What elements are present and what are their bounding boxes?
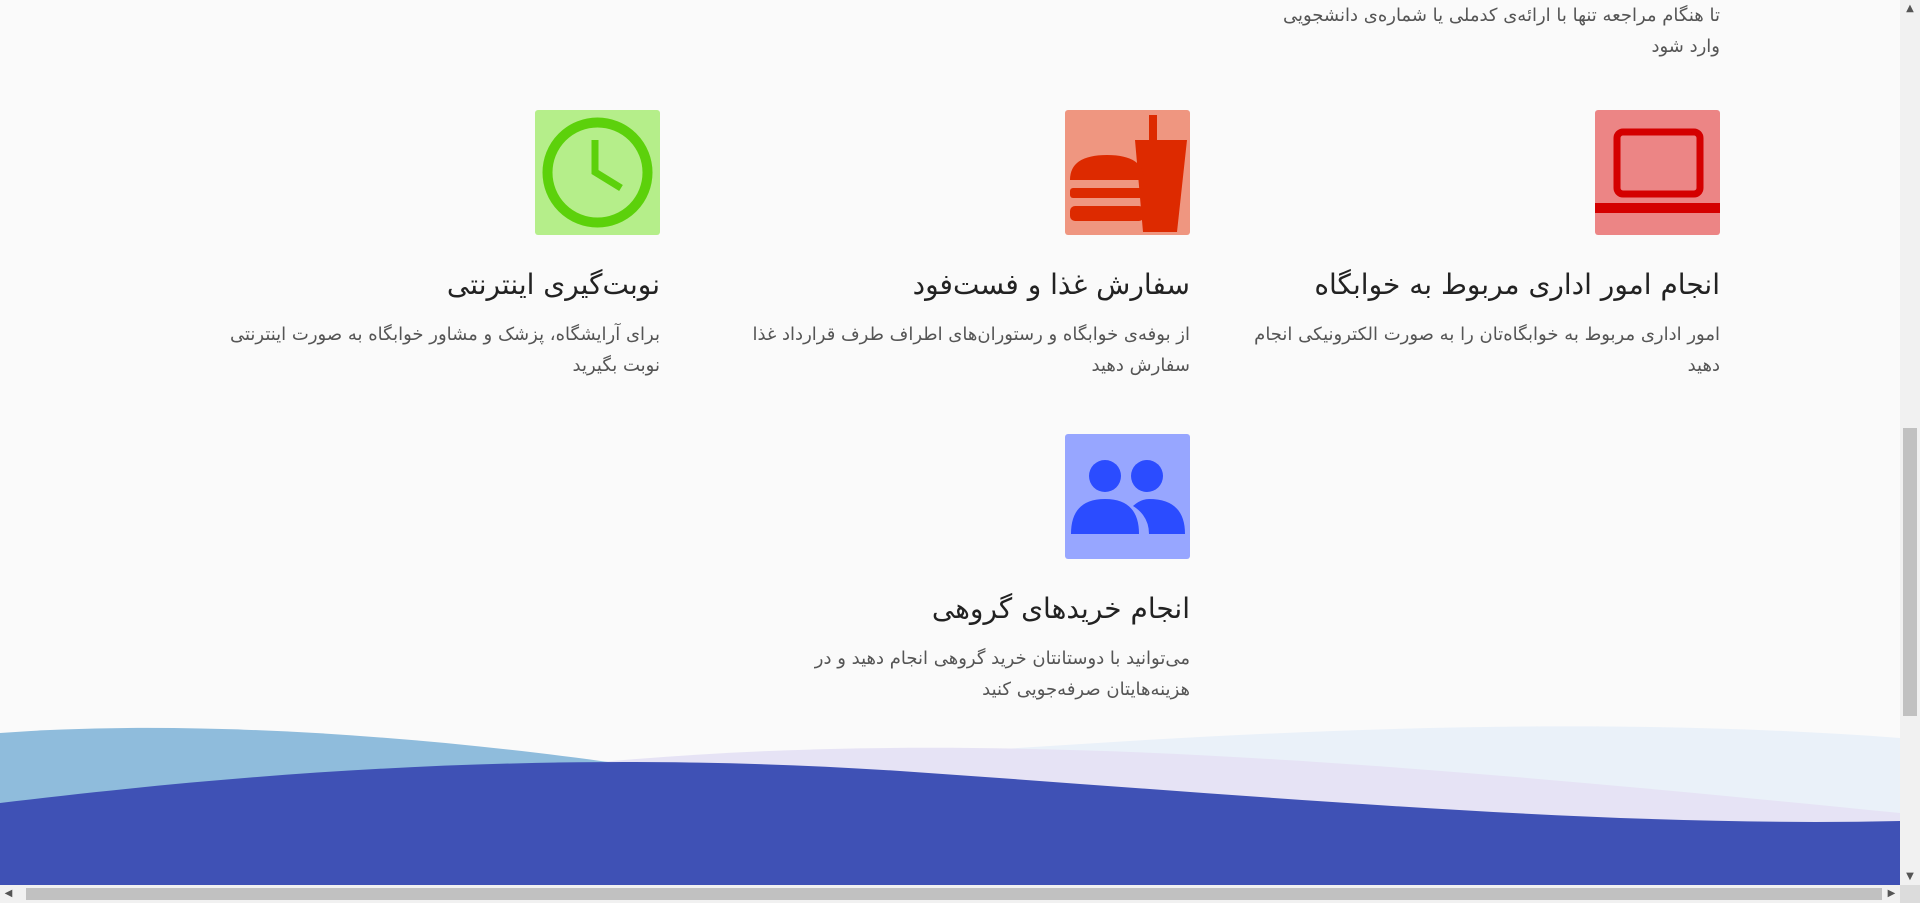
feature-title: سفارش غذا و فست‌فود: [912, 268, 1190, 301]
feature-group-buying: انجام خریدهای گروهی می‌توانید با دوستانت…: [720, 434, 1190, 705]
horizontal-scrollbar[interactable]: ◀ ▶: [0, 885, 1900, 903]
intro-text-line2: وارد شود: [1651, 36, 1720, 57]
feature-title: انجام خریدهای گروهی: [931, 592, 1190, 625]
feature-description-line2: دهید: [1687, 355, 1720, 376]
feature-description-line2: هزینه‌هایتان صرفه‌جویی کنید: [982, 679, 1190, 700]
feature-dorm-admin: انجام امور اداری مربوط به خوابگاه امور ا…: [1250, 110, 1720, 381]
group-icon: [1065, 434, 1190, 559]
feature-online-appointment: نوبت‌گیری اینترنتی برای آرایشگاه، پزشک و…: [190, 110, 660, 381]
intro-text-line1: تا هنگام مراجعه تنها با ارائه‌ی کدملی یا…: [1283, 5, 1720, 26]
feature-description-line2: نوبت بگیرید: [572, 355, 661, 376]
scrollbar-corner: [1900, 885, 1920, 903]
intro-text: تا هنگام مراجعه تنها با ارائه‌ی کدملی یا…: [1120, 0, 1720, 62]
feature-description-line1: می‌توانید با دوستانتان خرید گروهی انجام …: [814, 648, 1190, 669]
feature-description: امور اداری مربوط به خوابگاه‌تان را به صو…: [1250, 319, 1720, 381]
vertical-scroll-thumb[interactable]: [1903, 428, 1917, 716]
laptop-icon: [1595, 110, 1720, 235]
feature-food-order: سفارش غذا و فست‌فود از بوفه‌ی خوابگاه و …: [720, 110, 1190, 381]
clock-icon: [535, 110, 660, 235]
feature-title: انجام امور اداری مربوط به خوابگاه: [1314, 268, 1720, 301]
feature-description: از بوفه‌ی خوابگاه و رستوران‌های اطراف طر…: [720, 319, 1190, 381]
footer-waves: [0, 726, 1900, 903]
feature-description: برای آرایشگاه، پزشک و مشاور خوابگاه به ص…: [190, 319, 660, 381]
scroll-up-icon[interactable]: ▲: [1900, 0, 1920, 17]
scroll-left-icon[interactable]: ◀: [0, 885, 17, 903]
feature-description-line1: امور اداری مربوط به خوابگاه‌تان را به صو…: [1254, 324, 1720, 345]
feature-description-line1: برای آرایشگاه، پزشک و مشاور خوابگاه به ص…: [229, 324, 660, 345]
feature-description: می‌توانید با دوستانتان خرید گروهی انجام …: [720, 643, 1190, 705]
feature-title: نوبت‌گیری اینترنتی: [446, 268, 660, 301]
fastfood-icon: [1065, 110, 1190, 235]
horizontal-scroll-thumb[interactable]: [26, 888, 1882, 900]
scroll-right-icon[interactable]: ▶: [1883, 885, 1900, 903]
feature-description-line1: از بوفه‌ی خوابگاه و رستوران‌های اطراف طر…: [752, 324, 1190, 345]
feature-description-line2: سفارش دهید: [1091, 355, 1190, 376]
vertical-scrollbar[interactable]: ▲ ▼: [1900, 0, 1920, 885]
scroll-down-icon[interactable]: ▼: [1900, 868, 1920, 885]
